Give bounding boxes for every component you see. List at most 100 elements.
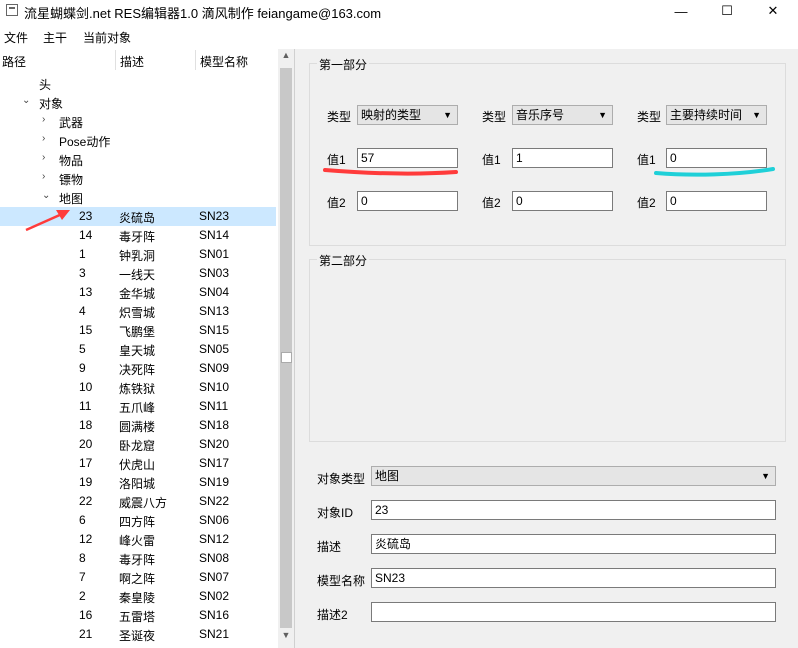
object-type-label: 对象类型 bbox=[317, 472, 366, 486]
tree-node-item[interactable]: 物品 bbox=[59, 152, 83, 169]
row-description: 伏虎山 bbox=[119, 458, 156, 472]
row-model-name: SN07 bbox=[199, 570, 230, 584]
table-row[interactable]: 2 秦皇陵 SN02 bbox=[0, 587, 276, 606]
window-title: 流星蝴蝶剑.net RES编辑器1.0 滴风制作 feiangame@163.c… bbox=[24, 6, 382, 21]
type-select[interactable]: 音乐序号 ▼ bbox=[512, 105, 613, 125]
type-select[interactable]: 主要持续时间 ▼ bbox=[666, 105, 767, 125]
table-row[interactable]: 22 威震八方 SN22 bbox=[0, 492, 276, 511]
table-row[interactable]: 17 伏虎山 SN17 bbox=[0, 454, 276, 473]
table-row[interactable]: 6 四方阵 SN06 bbox=[0, 511, 276, 530]
row-description: 卧龙窟 bbox=[119, 439, 156, 453]
table-row[interactable]: 7 啊之阵 SN07 bbox=[0, 568, 276, 587]
row-description: 决死阵 bbox=[119, 363, 156, 377]
chevron-right-icon[interactable]: › bbox=[42, 152, 45, 163]
scroll-down-icon[interactable]: ▼ bbox=[278, 630, 294, 646]
scroll-up-icon[interactable]: ▲ bbox=[278, 50, 294, 66]
scroll-grip-icon bbox=[281, 352, 292, 363]
object-type-select[interactable]: 地图 ▼ bbox=[371, 466, 776, 486]
table-row[interactable]: 21 圣诞夜 SN21 bbox=[0, 625, 276, 644]
scroll-thumb[interactable] bbox=[280, 68, 292, 628]
column-divider[interactable] bbox=[115, 50, 116, 70]
row-id: 8 bbox=[79, 551, 86, 565]
object-id-input[interactable]: 23 bbox=[371, 500, 776, 520]
table-row[interactable]: 10 炼铁狱 SN10 bbox=[0, 378, 276, 397]
row-description: 炼铁狱 bbox=[119, 382, 156, 396]
row-description: 一线天 bbox=[119, 268, 156, 282]
maximize-button[interactable]: ☐ bbox=[704, 0, 750, 22]
row-model-name: SN16 bbox=[199, 608, 230, 622]
value2-label: 值2 bbox=[637, 196, 656, 210]
row-description: 毒牙阵 bbox=[119, 553, 156, 567]
menu-trunk[interactable]: 主干 bbox=[43, 29, 67, 46]
value1-label: 值1 bbox=[482, 153, 501, 167]
row-model-name: SN18 bbox=[199, 418, 230, 432]
row-description: 金华城 bbox=[119, 287, 156, 301]
table-row[interactable]: 9 决死阵 SN09 bbox=[0, 359, 276, 378]
red-underline-annotation bbox=[323, 168, 458, 176]
tree-node-pose[interactable]: Pose动作 bbox=[59, 133, 110, 150]
row-id: 22 bbox=[79, 494, 93, 508]
table-row[interactable]: 20 卧龙窟 SN20 bbox=[0, 435, 276, 454]
part1-title: 第一部分 bbox=[317, 56, 370, 73]
table-row[interactable]: 11 五爪峰 SN11 bbox=[0, 397, 276, 416]
table-row[interactable]: 3 一线天 SN03 bbox=[0, 264, 276, 283]
table-row[interactable]: 13 金华城 SN04 bbox=[0, 283, 276, 302]
row-model-name: SN01 bbox=[199, 247, 230, 261]
table-row[interactable]: 12 峰火雷 SN12 bbox=[0, 530, 276, 549]
table-row[interactable]: 19 洛阳城 SN19 bbox=[0, 473, 276, 492]
row-description: 皇天城 bbox=[119, 344, 156, 358]
table-row[interactable]: 4 炽雪城 SN13 bbox=[0, 302, 276, 321]
tree-node-object[interactable]: 对象 bbox=[39, 95, 63, 112]
minimize-button[interactable]: — bbox=[658, 0, 704, 22]
type-label: 类型 bbox=[327, 110, 352, 124]
menu-current-object[interactable]: 当前对象 bbox=[83, 29, 131, 46]
chevron-down-icon: ▼ bbox=[761, 471, 770, 481]
row-model-name: SN12 bbox=[199, 532, 230, 546]
row-model-name: SN15 bbox=[199, 323, 230, 337]
close-button[interactable]: ✕ bbox=[750, 0, 796, 22]
value2-input[interactable]: 0 bbox=[357, 191, 458, 211]
row-model-name: SN03 bbox=[199, 266, 230, 280]
column-header-path[interactable]: 路径 bbox=[2, 53, 26, 70]
row-id: 14 bbox=[79, 228, 93, 242]
value2-input[interactable]: 0 bbox=[666, 191, 767, 211]
tree-node-head[interactable]: 头 bbox=[39, 76, 51, 93]
column-header-model[interactable]: 模型名称 bbox=[200, 53, 248, 70]
row-id: 7 bbox=[79, 570, 86, 584]
menu-file[interactable]: 文件 bbox=[4, 29, 28, 46]
chevron-right-icon[interactable]: › bbox=[42, 133, 45, 144]
type-select[interactable]: 映射的类型 ▼ bbox=[357, 105, 458, 125]
value2-input[interactable]: 0 bbox=[512, 191, 613, 211]
type-label: 类型 bbox=[637, 110, 662, 124]
description2-input[interactable] bbox=[371, 602, 776, 622]
table-row[interactable]: 5 皇天城 SN05 bbox=[0, 340, 276, 359]
tree-node-weapon[interactable]: 武器 bbox=[59, 114, 83, 131]
description-input[interactable]: 炎硫岛 bbox=[371, 534, 776, 554]
tree-node-dart[interactable]: 镖物 bbox=[59, 171, 83, 188]
arrow-annotation-icon bbox=[25, 210, 70, 232]
row-id: 15 bbox=[79, 323, 93, 337]
table-row[interactable]: 1 钟乳洞 SN01 bbox=[0, 245, 276, 264]
chevron-right-icon[interactable]: › bbox=[42, 114, 45, 125]
cyan-underline-annotation bbox=[654, 167, 775, 177]
table-row[interactable]: 15 飞鹏堡 SN15 bbox=[0, 321, 276, 340]
row-model-name: SN08 bbox=[199, 551, 230, 565]
table-row[interactable]: 8 毒牙阵 SN08 bbox=[0, 549, 276, 568]
row-model-name: SN22 bbox=[199, 494, 230, 508]
table-row[interactable]: 18 圆满楼 SN18 bbox=[0, 416, 276, 435]
chevron-down-icon[interactable]: ⌄ bbox=[42, 190, 50, 201]
row-description: 炽雪城 bbox=[119, 306, 156, 320]
chevron-down-icon[interactable]: ⌄ bbox=[22, 95, 30, 106]
model-name-input[interactable]: SN23 bbox=[371, 568, 776, 588]
row-description: 毒牙阵 bbox=[119, 230, 156, 244]
value1-input[interactable]: 1 bbox=[512, 148, 613, 168]
column-header-desc[interactable]: 描述 bbox=[120, 53, 144, 70]
row-description: 五雷塔 bbox=[119, 610, 156, 624]
table-row[interactable]: 16 五雷塔 SN16 bbox=[0, 606, 276, 625]
row-id: 9 bbox=[79, 361, 86, 375]
part2-group bbox=[309, 259, 786, 442]
column-divider[interactable] bbox=[195, 50, 196, 70]
type-label: 类型 bbox=[482, 110, 507, 124]
chevron-right-icon[interactable]: › bbox=[42, 171, 45, 182]
row-model-name: SN23 bbox=[199, 209, 230, 223]
